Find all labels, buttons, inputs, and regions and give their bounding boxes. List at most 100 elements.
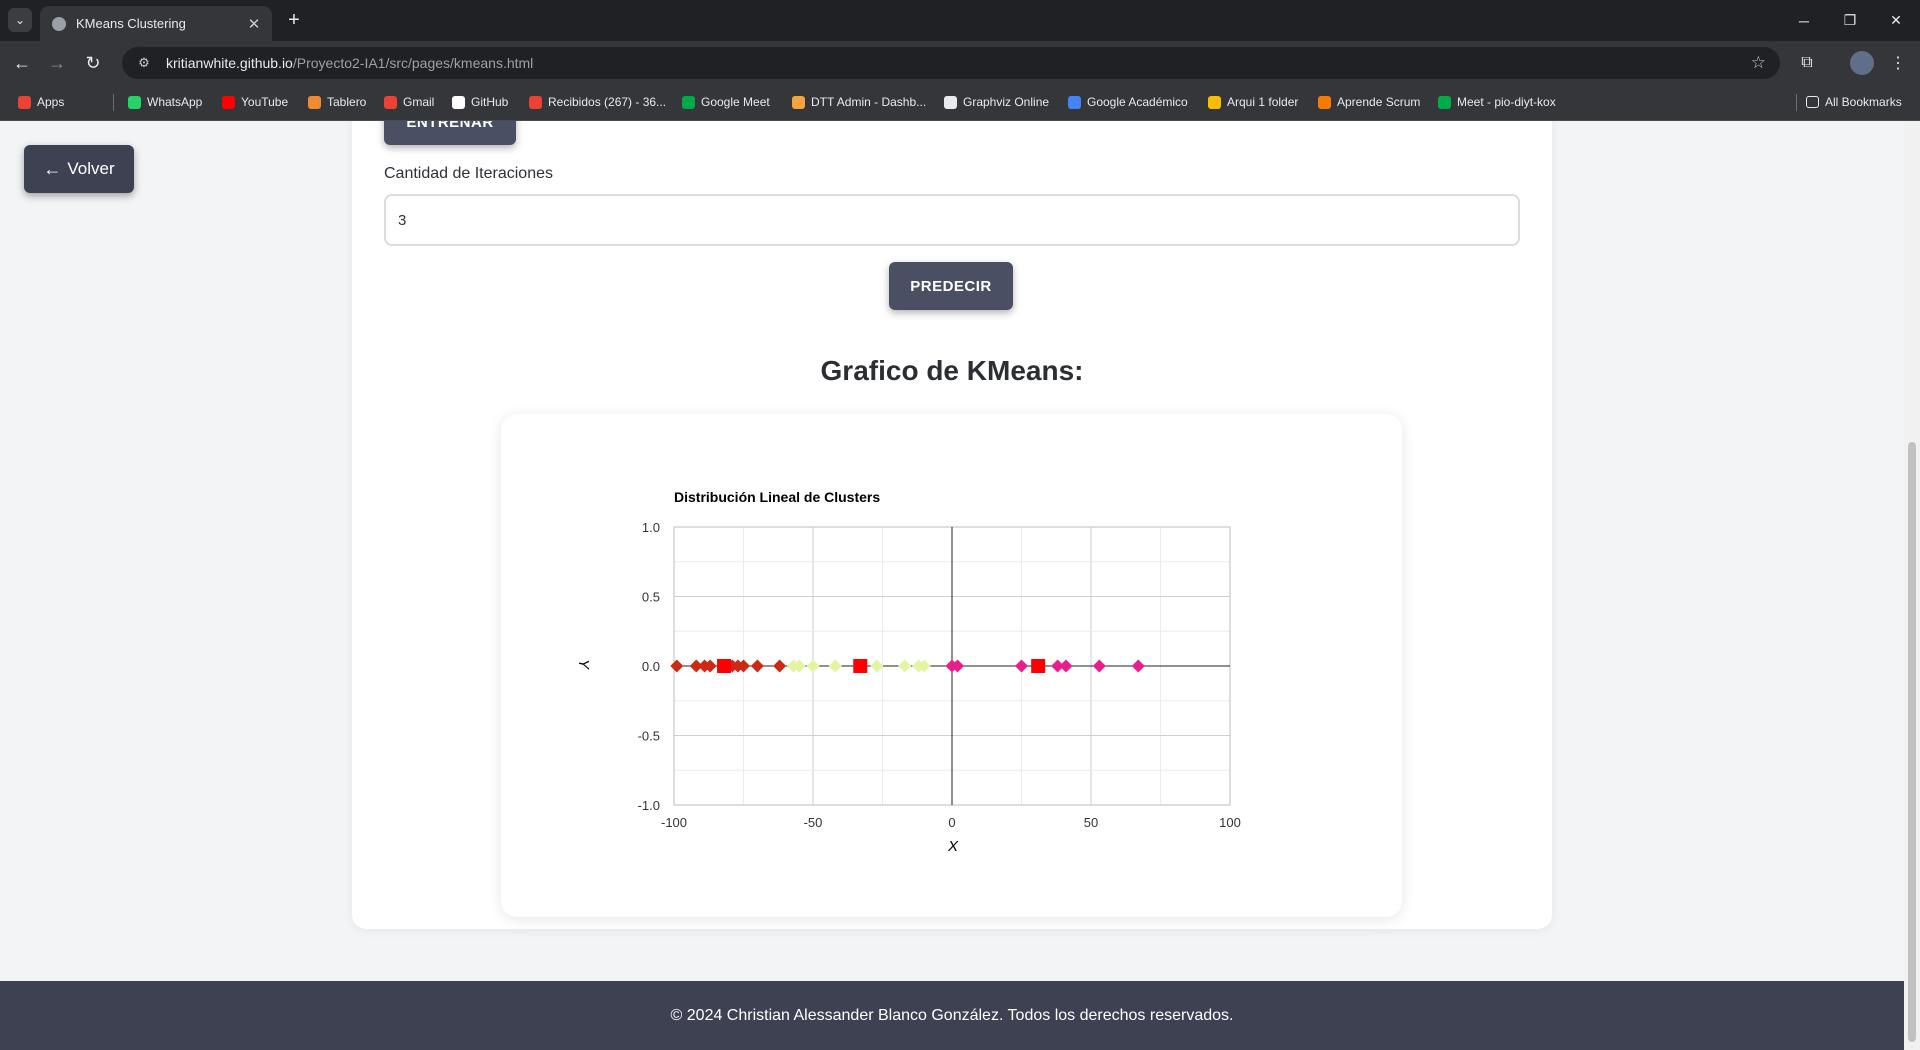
bookmark-label: GitHub [471,95,509,109]
bookmarks-separator [1796,94,1797,111]
chart-title: Distribución Lineal de Clusters [674,489,880,505]
bookmark-item[interactable]: WhatsApp [128,93,202,111]
google-scholar-icon [1068,95,1081,109]
tab-strip: ⌄ KMeans Clustering ✕ + ─ ❐ ✕ [0,0,1920,41]
folder-icon [1806,96,1819,108]
tab-title: KMeans Clustering [76,16,186,31]
bookmark-item[interactable]: DTT Admin - Dashb... [792,93,926,111]
arrow-left-icon: ← [13,52,31,73]
new-tab-button[interactable]: + [282,8,306,32]
bookmark-label: Arqui 1 folder [1227,95,1299,109]
bookmark-item[interactable]: Graphviz Online [944,93,1049,111]
x-tick-label: 0 [948,815,955,830]
browser-toolbar: ← → ↻ ⚙ kritianwhite.github.io/Proyecto2… [0,41,1920,85]
y-tick-label: -0.5 [638,729,660,744]
bookmark-label: Tablero [327,95,367,109]
youtube-icon [222,95,235,109]
restore-button[interactable]: ❐ [1827,0,1873,41]
bookmark-label: Aprende Scrum [1337,95,1421,109]
back-nav-button[interactable]: ← [8,49,36,77]
close-tab-icon[interactable]: ✕ [244,15,264,33]
bookmark-item[interactable]: GitHub [452,93,508,111]
tab-search-button[interactable]: ⌄ [8,8,32,32]
bookmark-star-icon[interactable]: ☆ [1751,53,1766,73]
bookmark-label: Apps [37,95,65,109]
whatsapp-icon [128,95,141,109]
all-bookmarks-button[interactable]: All Bookmarks [1806,93,1902,111]
bookmark-label: Graphviz Online [963,95,1050,109]
data-point-cluster-3 [1092,659,1106,673]
train-button[interactable]: ENTRENAR [384,121,516,145]
github-icon [452,95,465,109]
google-meet-icon [682,95,695,109]
all-bookmarks-label: All Bookmarks [1825,95,1902,109]
dtt-admin-icon [792,95,805,109]
globe-icon [52,16,66,31]
graphviz-icon [944,95,957,109]
y-tick-label: 0.5 [642,590,660,605]
y-tick-label: 0.0 [642,659,660,674]
apps-grid-icon [18,95,31,109]
google-meet-icon [1438,95,1451,109]
y-axis-label: Y [575,659,592,670]
bookmark-item[interactable]: Tablero [308,93,366,111]
data-point-cluster-3 [1059,659,1073,673]
chart-card: Distribución Lineal de Clusters X Y -100… [501,414,1402,917]
footer-copyright: © 2024 Christian Alessander Blanco Gonzá… [670,1006,1234,1024]
graph-heading: Grafico de KMeans: [820,355,1084,386]
site-info-icon[interactable]: ⚙ [134,55,154,71]
back-button-label: Volver [67,159,115,178]
bookmark-item[interactable]: Meet - pio-diyt-kox [1438,93,1556,111]
data-point-cluster-1 [773,659,787,673]
arrow-right-icon: → [48,52,66,73]
footer: © 2024 Christian Alessander Blanco Gonzá… [0,981,1904,1050]
bookmark-label: Google Meet [701,95,770,109]
x-tick-label: -100 [661,815,687,830]
iterations-label: Cantidad de Iteraciones [384,165,553,182]
minimize-button[interactable]: ─ [1781,0,1827,41]
plus-icon: + [288,8,300,31]
bookmark-item[interactable]: Gmail [384,93,434,111]
data-point-cluster-2 [828,659,842,673]
bookmark-label: DTT Admin - Dashb... [811,95,927,109]
address-bar[interactable]: ⚙ kritianwhite.github.io/Proyecto2-IA1/s… [122,47,1780,79]
extensions-icon[interactable]: ⧉ [1795,51,1819,75]
bookmark-item[interactable]: YouTube [222,93,288,111]
bookmark-label: Meet - pio-diyt-kox [1457,95,1556,109]
active-tab[interactable]: KMeans Clustering ✕ [40,6,272,41]
predict-button[interactable]: PREDECIR [889,262,1013,310]
bookmark-label: Gmail [403,95,435,109]
url-path: /Proyecto2-IA1/src/pages/kmeans.html [292,55,534,71]
data-point-cluster-3 [1015,659,1028,673]
data-point-cluster-2 [870,659,884,673]
forward-nav-button[interactable]: → [43,49,71,77]
bookmarks-separator [113,94,114,111]
kmeans-scatter-chart: Distribución Lineal de Clusters X Y -100… [575,489,1241,855]
bookmark-item[interactable]: Arqui 1 folder [1208,93,1298,111]
x-tick-label: 100 [1219,815,1241,830]
scrollbar-thumb[interactable] [1908,442,1916,1042]
reload-button[interactable]: ↻ [79,49,107,77]
arrow-left-icon: ← [43,158,62,179]
close-window-button[interactable]: ✕ [1873,0,1919,41]
iterations-input[interactable] [384,194,1520,246]
url-host: kritianwhite.github.io [166,55,293,71]
bookmark-label: WhatsApp [147,95,203,109]
data-point-cluster-2 [806,659,820,673]
back-button[interactable]: ← Volver [24,145,134,193]
more-menu-icon[interactable]: ⋮ [1886,51,1910,75]
google-drive-icon [1208,95,1221,109]
bookmark-item[interactable]: Google Meet [682,93,770,111]
profile-avatar[interactable] [1850,51,1874,75]
bookmark-label: Recibidos (267) - 36... [548,95,667,109]
bookmark-item[interactable]: Google Académico [1068,93,1188,111]
bookmark-item[interactable]: Aprende Scrum [1318,93,1420,111]
bookmark-item[interactable]: Apps [18,93,64,111]
x-axis-label: X [947,838,959,855]
page-viewport: ← Volver ENTRENAR Cantidad de Iteracione… [0,121,1904,1050]
reload-icon: ↻ [85,52,101,73]
tablero-icon [308,95,321,109]
page-scrollbar[interactable] [1904,121,1920,1050]
centroid-marker [1031,659,1046,673]
bookmark-item[interactable]: Recibidos (267) - 36... [529,93,666,111]
